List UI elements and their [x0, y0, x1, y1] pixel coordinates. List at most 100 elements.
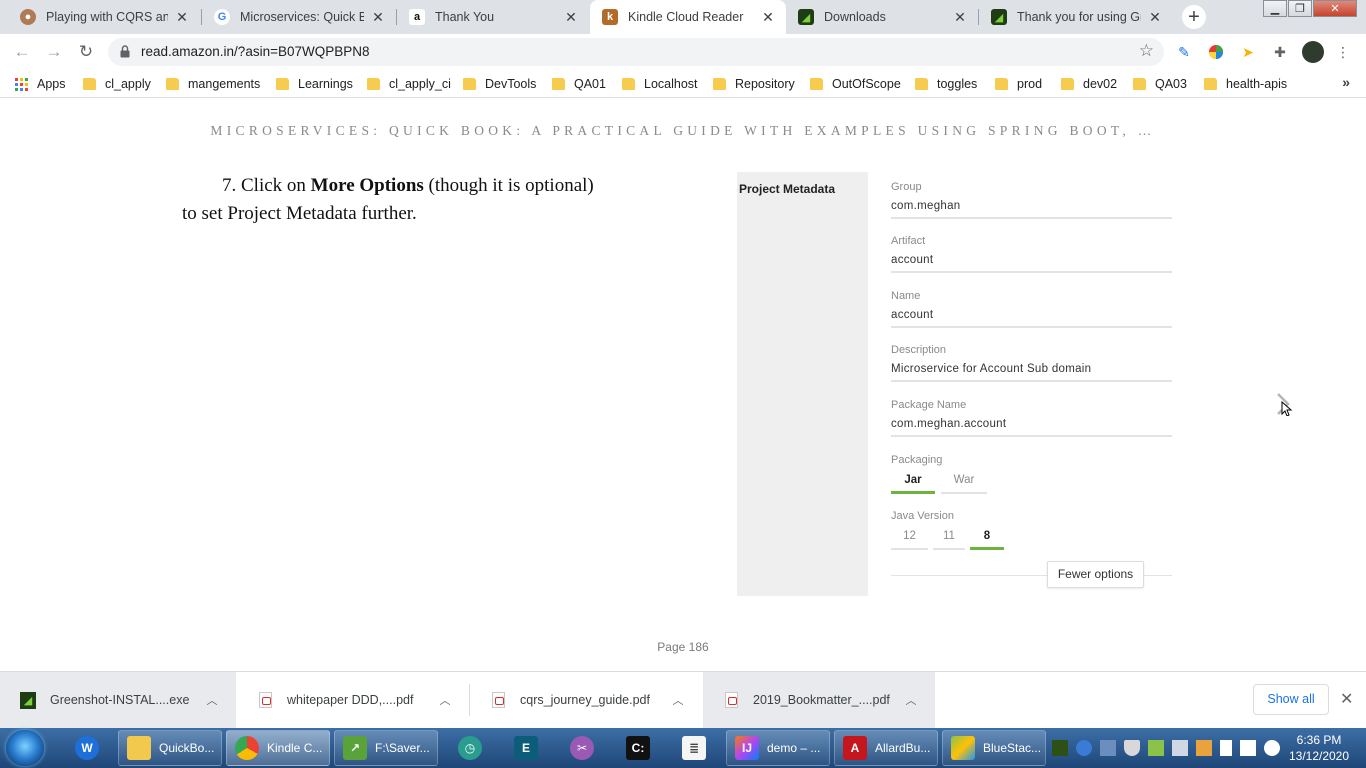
bookmark-folder[interactable]: toggles — [915, 75, 977, 93]
greenshot-tray-icon[interactable] — [1052, 740, 1068, 756]
folder-icon — [127, 736, 151, 760]
window-controls: ▁ ❐ ✕ — [1262, 0, 1357, 20]
taskbar-item[interactable]: ≣ — [674, 730, 714, 766]
bookmark-folder[interactable]: Localhost — [622, 75, 698, 93]
taskbar-item[interactable]: BlueStac... — [942, 730, 1046, 766]
tab-downloads[interactable]: ◢ Downloads ✕ — [786, 0, 978, 34]
amazon-icon: a — [409, 9, 425, 25]
bookmark-folder[interactable]: OutOfScope — [810, 75, 901, 93]
close-icon[interactable]: ✕ — [174, 9, 190, 26]
windows-taskbar: W QuickBo... Kindle C... ↗ F:\Saver... ◷… — [0, 728, 1366, 768]
chevron-up-icon[interactable]: ︿ — [437, 692, 453, 708]
bookmark-folder[interactable]: QA03 — [1133, 75, 1187, 93]
artifact-field: Artifact account — [891, 226, 1172, 273]
taskbar-item[interactable]: E — [506, 730, 546, 766]
chevron-up-icon[interactable]: ︿ — [204, 692, 220, 708]
browser-toolbar: ← → ↻ read.amazon.in/?asin=B07WQPBPN8 ☆ … — [0, 34, 1366, 70]
bookmark-folder[interactable]: cl_apply — [83, 75, 151, 93]
new-tab-button[interactable]: + — [1182, 5, 1206, 29]
tab-greenshot-thanks[interactable]: ◢ Thank you for using Gree ✕ — [979, 0, 1173, 34]
chevron-up-icon[interactable]: ︿ — [670, 692, 686, 708]
page-number: Page 186 — [657, 640, 709, 654]
download-item[interactable]: ◢ Greenshot-INSTAL....exe ︿ — [0, 672, 236, 728]
taskbar-item[interactable]: IJ demo – ... — [726, 730, 830, 766]
window-close-button[interactable]: ✕ — [1313, 0, 1357, 17]
java-version-option-11: 11 — [933, 526, 965, 550]
eyedropper-icon[interactable]: ✎ — [1175, 43, 1193, 61]
taskbar-item[interactable]: Kindle C... — [226, 730, 330, 766]
next-page-chevron-icon[interactable] — [1274, 392, 1294, 416]
greenshot-icon: ◢ — [798, 9, 814, 25]
reload-button[interactable]: ↻ — [76, 42, 96, 62]
kindle-reader-page: MICROSERVICES: QUICK BOOK: A PRACTICAL G… — [0, 99, 1366, 671]
app-tray-icon[interactable] — [1100, 740, 1116, 756]
menu-kebab-icon[interactable]: ⋮ — [1334, 43, 1352, 61]
tab-kindle-cloud-reader[interactable]: k Kindle Cloud Reader ✕ — [590, 0, 786, 34]
taskbar-item[interactable]: ↗ F:\Saver... — [334, 730, 438, 766]
system-tray — [1052, 728, 1288, 768]
lock-icon — [120, 45, 130, 58]
tab-thank-you[interactable]: a Thank You ✕ — [397, 0, 589, 34]
volume-muted-icon[interactable] — [1196, 740, 1212, 756]
bookmark-star-icon[interactable]: ☆ — [1139, 41, 1154, 61]
bookmark-folder[interactable]: QA01 — [552, 75, 606, 93]
notes-icon: ≣ — [682, 736, 706, 760]
tab-microservices[interactable]: G Microservices: Quick Boo ✕ — [202, 0, 396, 34]
bookmark-folder[interactable]: dev02 — [1061, 75, 1117, 93]
network-tray-icon[interactable] — [1076, 740, 1092, 756]
taskbar-item[interactable]: A AllardBu... — [834, 730, 938, 766]
more-bookmarks-button[interactable]: » — [1342, 74, 1350, 90]
folder-icon — [622, 78, 635, 90]
download-item[interactable]: whitepaper DDD,....pdf ︿ — [237, 672, 469, 728]
folder-icon — [166, 78, 179, 90]
color-wheel-icon[interactable] — [1207, 43, 1225, 61]
grid-tray-icon[interactable] — [1172, 740, 1188, 756]
bookmark-folder[interactable]: prod — [995, 75, 1042, 93]
clock-app-icon: ◷ — [458, 736, 482, 760]
chevron-up-icon[interactable]: ︿ — [903, 692, 919, 708]
fewer-options-button: Fewer options — [1047, 561, 1144, 588]
maximize-button[interactable]: ❐ — [1288, 0, 1312, 17]
bookmark-apps[interactable]: Apps — [15, 75, 66, 93]
profile-avatar[interactable] — [1302, 41, 1324, 63]
taskbar-item[interactable]: QuickBo... — [118, 730, 222, 766]
taskbar-clock[interactable]: 6:36 PM 13/12/2020 — [1278, 732, 1360, 764]
bookmark-folder[interactable]: mangements — [166, 75, 260, 93]
monitor-icon[interactable] — [1240, 740, 1256, 756]
bookmark-folder[interactable]: health-apis — [1204, 75, 1287, 93]
taskbar-item[interactable]: ◷ — [450, 730, 490, 766]
folder-icon — [1204, 78, 1217, 90]
bookmark-folder[interactable]: Learnings — [276, 75, 353, 93]
shield-icon[interactable] — [1124, 740, 1140, 756]
metadata-sidebar: Project Metadata — [737, 172, 868, 596]
section-label: Project Metadata — [739, 182, 836, 196]
reload-icon: ↻ — [78, 42, 94, 61]
close-icon[interactable]: ✕ — [370, 9, 386, 26]
download-item[interactable]: 2019_Bookmatter_....pdf ︿ — [703, 672, 935, 728]
puzzle-icon[interactable]: ✚ — [1271, 43, 1289, 61]
close-icon[interactable]: ✕ — [1147, 9, 1163, 26]
back-button[interactable]: ← — [12, 42, 32, 62]
bookmark-folder[interactable]: Repository — [713, 75, 795, 93]
show-all-button[interactable]: Show all — [1253, 684, 1329, 715]
bookmark-folder[interactable]: cl_apply_ci — [367, 75, 451, 93]
taskbar-item[interactable]: ✂ — [562, 730, 602, 766]
start-button[interactable] — [6, 730, 44, 766]
terminal-icon: C: — [626, 736, 650, 760]
close-icon[interactable]: ✕ — [760, 9, 776, 26]
arrow-extension-icon[interactable]: ➤ — [1239, 43, 1257, 61]
minimize-button[interactable]: ▁ — [1263, 0, 1287, 17]
flag-icon[interactable] — [1220, 740, 1232, 756]
taskbar-item[interactable]: W — [70, 730, 104, 766]
address-bar[interactable]: read.amazon.in/?asin=B07WQPBPN8 ☆ — [108, 38, 1164, 66]
group-field: Group com.meghan — [891, 172, 1172, 219]
close-icon[interactable]: ✕ — [563, 9, 579, 26]
forward-button[interactable]: → — [44, 42, 64, 62]
bluestacks-tray-icon[interactable] — [1148, 740, 1164, 756]
taskbar-item[interactable]: C: — [618, 730, 658, 766]
bookmark-folder[interactable]: DevTools — [463, 75, 536, 93]
close-icon[interactable]: ✕ — [1340, 689, 1353, 709]
close-icon[interactable]: ✕ — [952, 9, 968, 26]
tab-cqrs[interactable]: ● Playing with CQRS and E ✕ — [8, 0, 200, 34]
download-item[interactable]: cqrs_journey_guide.pdf ︿ — [470, 672, 702, 728]
